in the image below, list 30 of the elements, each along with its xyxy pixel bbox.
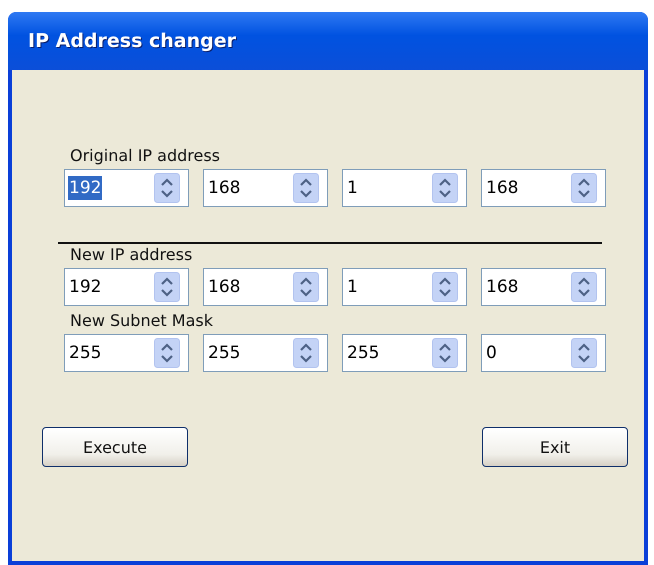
dialog-button[interactable]: Execute [42,427,188,467]
number-field[interactable]: 0 [481,334,606,372]
spin-button[interactable] [432,272,458,302]
field-label: Original IP address [69,145,222,167]
spin-button[interactable] [293,338,319,368]
number-field[interactable]: 168 [481,169,606,207]
number-field[interactable]: 168 [203,268,328,306]
number-field[interactable]: 255 [203,334,328,372]
spin-button[interactable] [571,272,597,302]
field-label: New IP address [69,244,194,266]
spin-button[interactable] [154,173,180,203]
number-field[interactable]: 192 [64,268,189,306]
number-field[interactable]: 168 [481,268,606,306]
number-field[interactable]: 255 [342,334,467,372]
number-field[interactable]: 255 [64,334,189,372]
spin-button[interactable] [154,338,180,368]
field-label: New Subnet Mask [69,310,214,332]
number-field[interactable]: 1 [342,169,467,207]
spin-button[interactable] [154,272,180,302]
dialog-button[interactable]: Exit [482,427,628,467]
window-title: IP Address changer [28,30,236,52]
spin-button[interactable] [571,338,597,368]
number-field[interactable]: 168 [203,169,328,207]
spin-button[interactable] [432,173,458,203]
spin-button[interactable] [293,272,319,302]
spin-button[interactable] [432,338,458,368]
number-field[interactable]: 192 [64,169,189,207]
spin-button[interactable] [571,173,597,203]
spin-button[interactable] [293,173,319,203]
number-field[interactable]: 1 [342,268,467,306]
